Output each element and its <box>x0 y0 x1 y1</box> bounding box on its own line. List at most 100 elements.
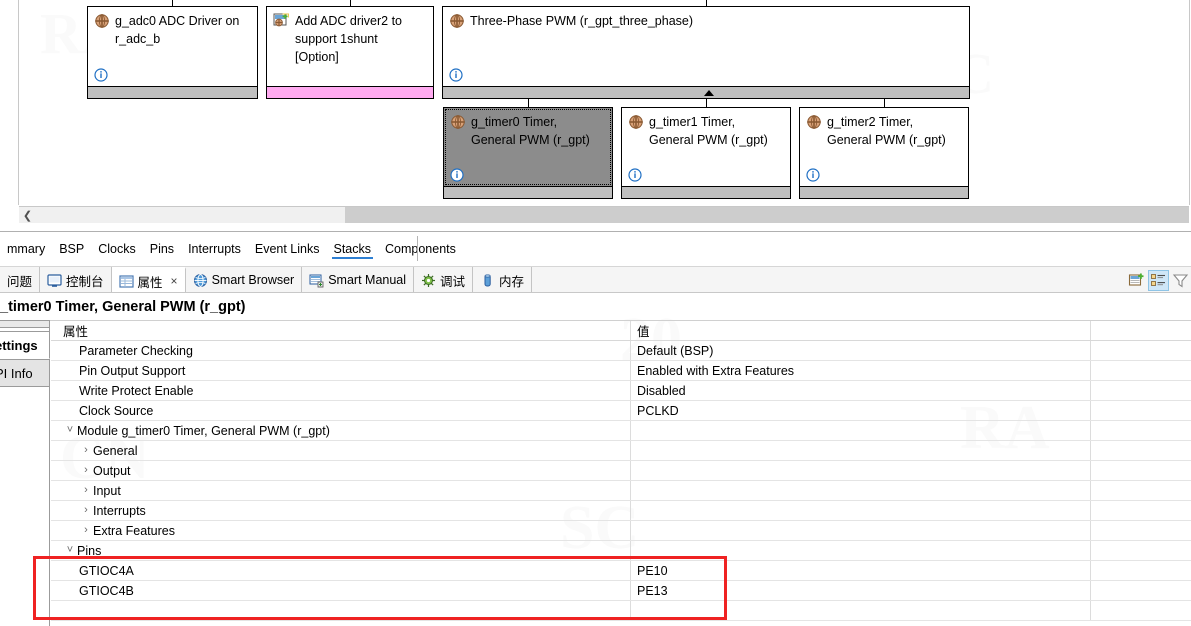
rail-top-stub <box>0 320 50 328</box>
table-row[interactable]: Write Protect Enable Disabled <box>51 381 1191 401</box>
row-name-cell: Clock Source <box>51 401 631 420</box>
row-value-cell[interactable]: Enabled with Extra Features <box>631 361 1091 380</box>
view-tab-console[interactable]: 控制台 <box>40 267 112 293</box>
properties-tab-settings[interactable]: ettings <box>0 331 50 359</box>
console-icon <box>47 273 62 288</box>
table-row-group-output[interactable]: › Output <box>51 461 1191 481</box>
table-row-group-interrupts[interactable]: › Interrupts <box>51 501 1191 521</box>
info-icon[interactable] <box>94 68 108 82</box>
close-icon[interactable]: × <box>171 274 178 288</box>
chevron-right-icon[interactable]: › <box>79 485 93 496</box>
table-row-group-extra-features[interactable]: › Extra Features <box>51 521 1191 541</box>
tab-clocks[interactable]: Clocks <box>91 236 143 261</box>
table-row[interactable]: Pin Output Support Enabled with Extra Fe… <box>51 361 1191 381</box>
row-name-cell: GTIOC4A <box>51 561 631 580</box>
new-property-view-icon[interactable] <box>1126 270 1147 291</box>
view-tab-smart-manual[interactable]: Smart Manual <box>302 267 415 293</box>
view-tab-strip[interactable]: 问题 控制台 属性 × Smart Browser Smart Manual 调… <box>0 266 1191 293</box>
memory-icon <box>480 273 495 288</box>
row-spacer <box>1091 501 1191 520</box>
chevron-right-icon[interactable]: › <box>79 465 93 476</box>
info-icon[interactable] <box>806 168 820 182</box>
tab-components[interactable]: Components <box>378 236 463 261</box>
view-tab-memory[interactable]: 内存 <box>473 267 533 293</box>
properties-tab-rail[interactable]: ettings PI Info <box>0 320 50 626</box>
view-tab-properties[interactable]: 属性 × <box>111 267 186 293</box>
column-header-value-cell: 值 <box>631 321 1091 340</box>
chevron-right-icon[interactable]: › <box>79 505 93 516</box>
tab-event-links-wrap: Event Links <box>247 236 327 261</box>
table-row-gtioc4a[interactable]: GTIOC4A PE10 <box>51 561 1191 581</box>
row-value: Default (BSP) <box>637 343 714 358</box>
info-icon[interactable] <box>449 68 463 82</box>
view-tab-label: 问题 <box>7 274 33 289</box>
row-value-cell[interactable]: PE13 <box>631 581 1091 600</box>
table-row[interactable]: Parameter Checking Default (BSP) <box>51 341 1191 361</box>
properties-tab-api-info[interactable]: PI Info <box>0 359 50 387</box>
row-value-cell[interactable]: Default (BSP) <box>631 341 1091 360</box>
tab-event-links[interactable]: Event Links <box>247 236 327 261</box>
chevron-right-icon[interactable]: › <box>79 525 93 536</box>
stack-module-box-add-adc-driver2[interactable]: Add ADC driver2 to support 1shunt [Optio… <box>266 6 434 99</box>
row-spacer <box>1091 581 1191 600</box>
stack-module-box-timer1[interactable]: g_timer1 Timer, General PWM (r_gpt) <box>621 107 791 199</box>
row-value-cell[interactable]: PCLKD <box>631 401 1091 420</box>
tab-label: BSP <box>59 241 85 256</box>
module-box-title: Three-Phase PWM (r_gpt_three_phase) <box>470 14 694 28</box>
filter-icon[interactable] <box>1170 270 1191 291</box>
stack-module-box-timer0[interactable]: g_timer0 Timer, General PWM (r_gpt) <box>443 107 613 199</box>
view-tab-label: 属性 <box>137 275 163 290</box>
tab-interrupts[interactable]: Interrupts <box>181 236 248 261</box>
tab-interrupts-wrap: Interrupts <box>181 236 248 261</box>
info-icon[interactable] <box>450 168 464 182</box>
row-name-cell: ˅ Pins <box>51 541 631 560</box>
info-icon[interactable] <box>628 168 642 182</box>
tab-stacks-wrap: Stacks <box>326 236 379 261</box>
configuration-tab-strip[interactable]: mmary BSP Clocks Pins Interrupts Event L… <box>0 236 1191 261</box>
active-tab-underline <box>331 257 374 259</box>
row-name-cell: › Input <box>51 481 631 500</box>
table-row-group-pins[interactable]: ˅ Pins <box>51 541 1191 561</box>
properties-table[interactable]: 属性 值 Parameter Checking Default (BSP) Pi… <box>51 321 1191 626</box>
stack-module-box-adc0[interactable]: g_adc0 ADC Driver on r_adc_b <box>87 6 258 99</box>
tab-bsp[interactable]: BSP <box>52 236 92 261</box>
module-box-header: g_timer2 Timer, General PWM (r_gpt) <box>806 113 962 149</box>
stack-module-box-three-phase-pwm[interactable]: Three-Phase PWM (r_gpt_three_phase) <box>442 6 970 99</box>
tab-clocks-wrap: Clocks <box>91 236 143 261</box>
canvas-horizontal-scrollbar[interactable]: ❮ <box>19 206 1189 223</box>
row-spacer <box>1091 601 1191 620</box>
view-toolbar <box>1126 269 1191 291</box>
module-box-title: g_timer1 Timer, General PWM (r_gpt) <box>649 115 768 147</box>
row-value-cell[interactable]: Disabled <box>631 381 1091 400</box>
scrollbar-thumb[interactable] <box>345 207 1189 223</box>
view-tab-label: 调试 <box>440 274 466 289</box>
view-tab-problems[interactable]: 问题 <box>0 267 41 293</box>
table-row[interactable] <box>51 601 1191 621</box>
row-value-cell <box>631 501 1091 520</box>
table-row[interactable]: Clock Source PCLKD <box>51 401 1191 421</box>
stack-module-box-timer2[interactable]: g_timer2 Timer, General PWM (r_gpt) <box>799 107 969 199</box>
table-row-gtioc4b[interactable]: GTIOC4B PE13 <box>51 581 1191 601</box>
row-value-cell[interactable]: PE10 <box>631 561 1091 580</box>
view-tab-smart-browser[interactable]: Smart Browser <box>185 267 303 293</box>
table-row-group-input[interactable]: › Input <box>51 481 1191 501</box>
chevron-down-icon[interactable]: ˅ <box>63 545 77 556</box>
tab-pins[interactable]: Pins <box>142 236 182 261</box>
stacks-diagram-canvas[interactable]: RA SC g_adc0 ADC Driver on r_adc_b <box>0 0 1191 205</box>
tab-label: Clocks <box>98 241 136 256</box>
tab-summary[interactable]: mmary <box>0 236 53 261</box>
properties-view[interactable]: 20 CN SC RA _timer0 Timer, General PWM (… <box>0 293 1191 626</box>
show-categories-icon[interactable] <box>1148 269 1169 291</box>
table-row-module-group[interactable]: ˅ Module g_timer0 Timer, General PWM (r_… <box>51 421 1191 441</box>
module-box-footer <box>800 186 968 198</box>
connector-timer2 <box>884 99 885 107</box>
chevron-right-icon[interactable]: › <box>79 445 93 456</box>
row-value-cell[interactable] <box>631 601 1091 620</box>
tab-label: Components <box>385 241 456 256</box>
chevron-down-icon[interactable]: ˅ <box>63 425 77 436</box>
chevron-left-icon[interactable]: ❮ <box>19 207 36 223</box>
row-name-cell: › Extra Features <box>51 521 631 540</box>
tab-label: Pins <box>149 241 175 256</box>
table-row-group-general[interactable]: › General <box>51 441 1191 461</box>
view-tab-debug[interactable]: 调试 <box>414 267 474 293</box>
